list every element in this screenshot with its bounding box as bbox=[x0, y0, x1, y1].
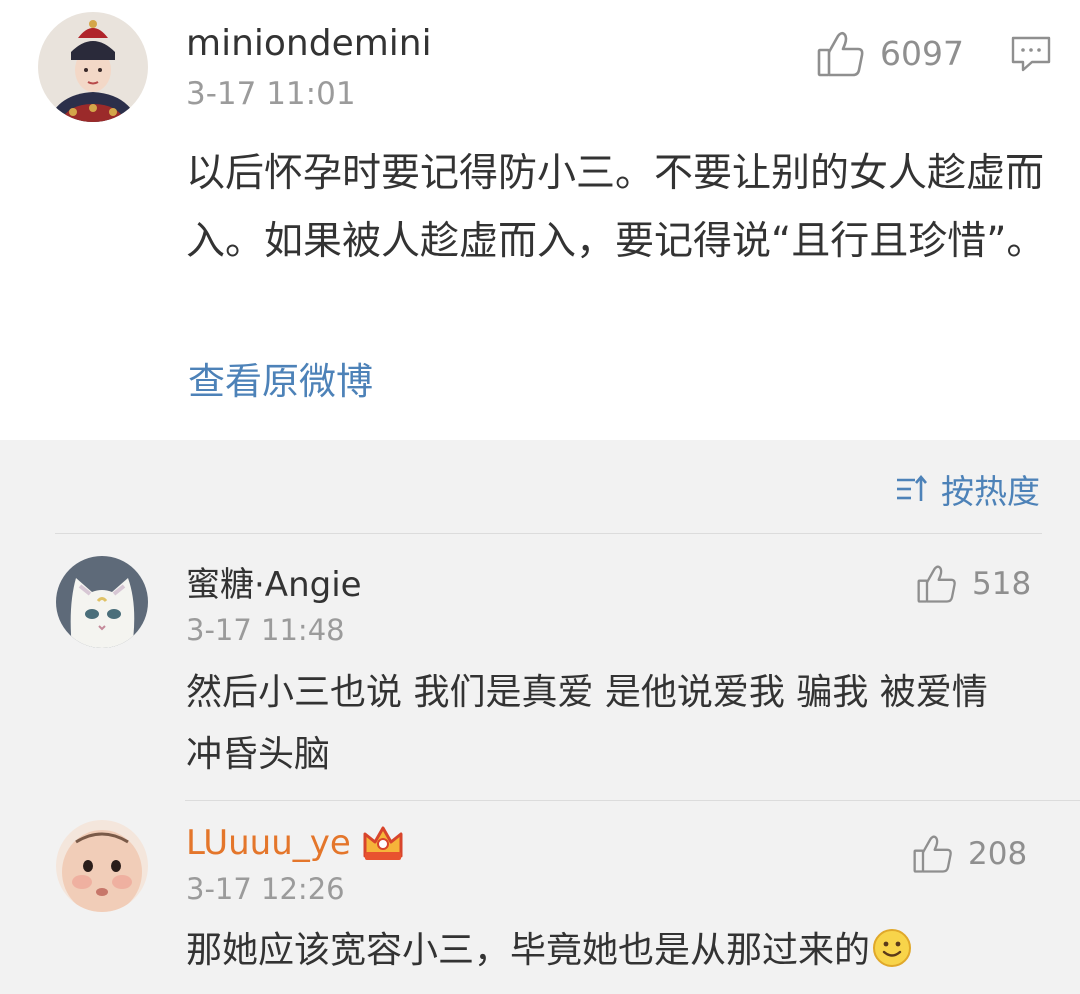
post-text: 以后怀孕时要记得防小三。不要让别的女人趁虚而入。如果被人趁虚而入，要记得说“且行… bbox=[186, 151, 1046, 264]
comment-author-row: LUuuu_ye bbox=[186, 820, 405, 866]
comment-author-name[interactable]: 蜜糖·Angie bbox=[186, 564, 362, 606]
comment-item: 蜜糖·Angie 3-17 11:48 518 然后小三也说 我们是真爱 是他说… bbox=[0, 540, 1080, 795]
comment-text-row: 那她应该宽容小三，毕竟她也是从那过来的 bbox=[186, 920, 1046, 982]
divider bbox=[185, 800, 1080, 801]
view-original-link[interactable]: 查看原微博 bbox=[188, 356, 373, 408]
comment-timestamp: 3-17 12:26 bbox=[186, 872, 345, 906]
post-timestamp: 3-17 11:01 bbox=[186, 76, 356, 112]
comment-like-count: 208 bbox=[968, 836, 1028, 872]
comment-timestamp: 3-17 11:48 bbox=[186, 613, 345, 647]
post-like-count: 6097 bbox=[880, 34, 964, 73]
post-author-name[interactable]: miniondemini bbox=[186, 22, 432, 66]
sort-icon bbox=[897, 474, 927, 501]
thumbs-up-icon[interactable] bbox=[816, 30, 866, 78]
comment-author-name[interactable]: LUuuu_ye bbox=[186, 822, 351, 864]
comment-text: 那她应该宽容小三，毕竟她也是从那过来的 bbox=[186, 930, 871, 971]
comment-icon[interactable] bbox=[1010, 34, 1052, 74]
divider bbox=[55, 533, 1042, 534]
main-post: miniondemini 3-17 11:01 6097 以后怀孕时要记得防小三… bbox=[0, 0, 1080, 440]
comment-text: 然后小三也说 我们是真爱 是他说爱我 骗我 被爱情冲昏头脑 bbox=[186, 672, 988, 775]
post-avatar[interactable] bbox=[38, 12, 148, 122]
crown-icon bbox=[363, 826, 403, 860]
comment-avatar[interactable] bbox=[56, 820, 148, 912]
thumbs-up-icon[interactable] bbox=[916, 564, 958, 604]
sort-by-hot-button[interactable]: 按热度 bbox=[895, 464, 1040, 514]
comments-section: 按热度 蜜糖·Angie 3-17 11:48 518 然后小三也说 我们是真爱… bbox=[0, 440, 1080, 994]
thumbs-up-icon[interactable] bbox=[912, 834, 954, 874]
sort-label: 按热度 bbox=[941, 472, 1040, 511]
comment-item: LUuuu_ye 3-17 12:26 208 那她应该宽容小三，毕竟她也是从那… bbox=[0, 802, 1080, 994]
smiley-icon bbox=[873, 929, 912, 967]
comment-avatar[interactable] bbox=[56, 556, 148, 648]
comment-like-count: 518 bbox=[972, 566, 1032, 602]
